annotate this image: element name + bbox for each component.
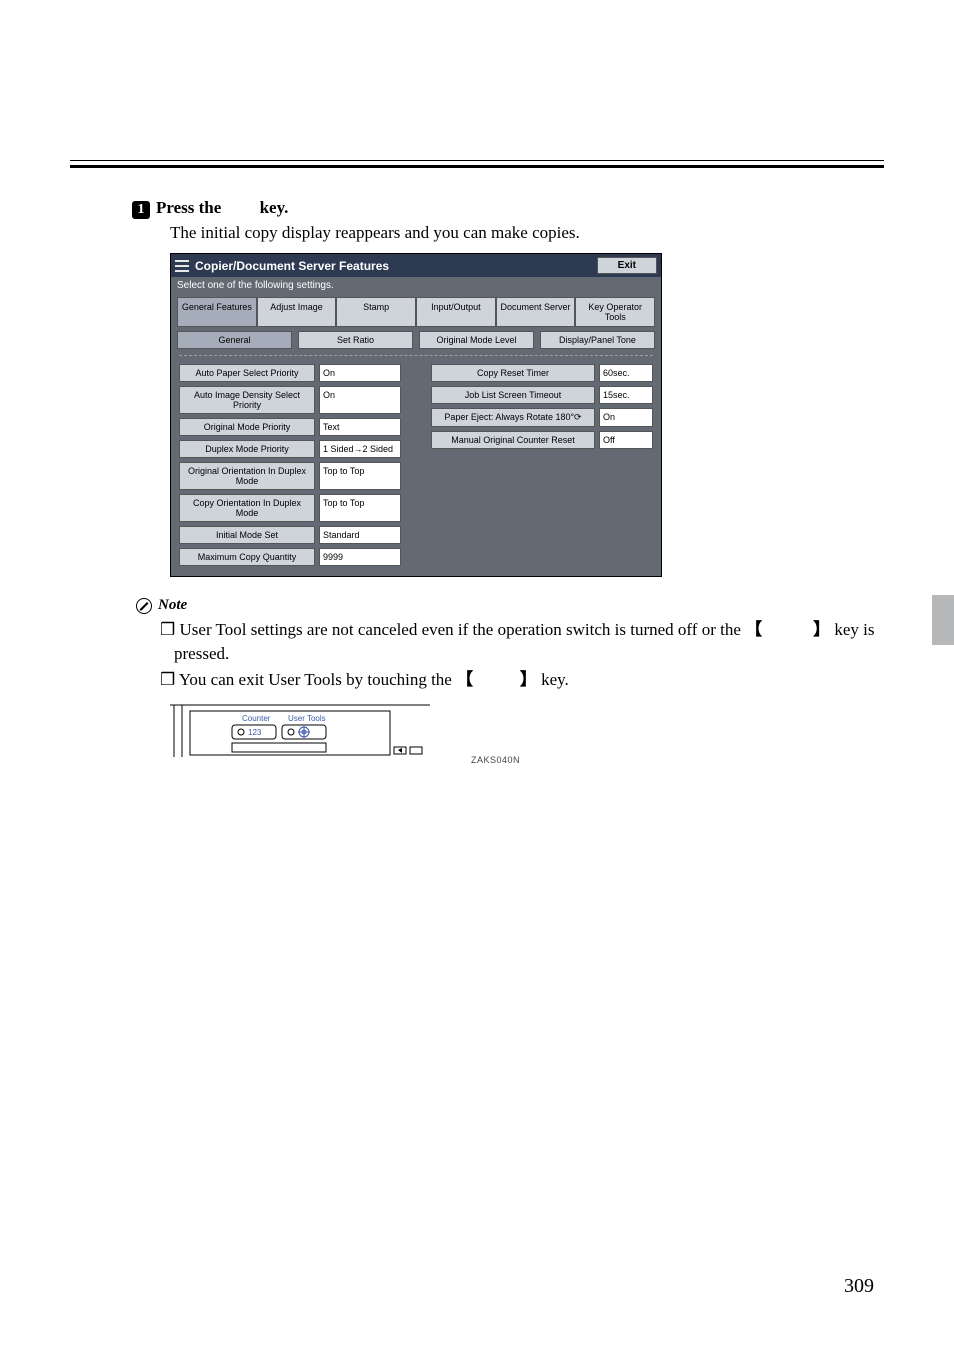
bracket-close: 】 [520,670,537,689]
features-screenshot: Copier/Document Server Features Exit Sel… [170,253,662,577]
subtab-set-ratio[interactable]: Set Ratio [298,331,413,349]
setting-value: Off [599,431,653,449]
setting-label[interactable]: Auto Image Density Select Priority [179,386,315,414]
setting-value: 1 Sided→2 Sided [319,440,401,458]
setting-row: Maximum Copy Quantity 9999 [179,548,401,566]
setting-label[interactable]: Maximum Copy Quantity [179,548,315,566]
setting-label[interactable]: Original Orientation In Duplex Mode [179,462,315,490]
setting-label[interactable]: Original Mode Priority [179,418,315,436]
note-heading: Note [136,597,884,614]
bracket-close: 】 [813,620,830,639]
subtab-display-panel-tone[interactable]: Display/Panel Tone [540,331,655,349]
setting-value: Top to Top [319,462,401,490]
exit-button[interactable]: Exit [597,257,657,274]
subtab-original-mode-level[interactable]: Original Mode Level [419,331,534,349]
screenshot-title: Copier/Document Server Features [195,259,389,273]
setting-label[interactable]: Paper Eject: Always Rotate 180°⟳ [431,408,595,427]
settings-right-column: Copy Reset Timer 60sec. Job List Screen … [431,360,653,566]
setting-row: Initial Mode Set Standard [179,526,401,544]
step-text: Press the key. [156,198,288,218]
setting-label[interactable]: Initial Mode Set [179,526,315,544]
note-item-1: ❒ User Tool settings are not canceled ev… [160,618,884,666]
setting-value: On [319,386,401,414]
setting-row: Job List Screen Timeout 15sec. [431,386,653,404]
body-line: The initial copy display reappears and y… [170,223,884,243]
setting-row: Manual Original Counter Reset Off [431,431,653,449]
counter-label: Counter [242,714,271,723]
page-number: 309 [844,1275,874,1298]
setting-row: Original Mode Priority Text [179,418,401,436]
setting-row: Auto Image Density Select Priority On [179,386,401,414]
note-item-2b: key. [537,670,569,689]
svg-text:123: 123 [248,728,262,737]
note-item-2a: You can exit User Tools by touching the [179,670,456,689]
note-item-1a: User Tool settings are not canceled even… [180,620,746,639]
tab-key-operator-tools[interactable]: Key Operator Tools [575,297,655,327]
setting-value: On [599,408,653,427]
screenshot-titlebar: Copier/Document Server Features Exit [171,254,661,277]
setting-row: Copy Orientation In Duplex Mode Top to T… [179,494,401,522]
tab-adjust-image[interactable]: Adjust Image [257,297,337,327]
subtab-general[interactable]: General [177,331,292,349]
screenshot-instruction: Select one of the following settings. [171,277,661,297]
tab-document-server[interactable]: Document Server [496,297,576,327]
figure-code: ZAKS040N [471,755,520,765]
tab-input-output[interactable]: Input/Output [416,297,496,327]
setting-value: Standard [319,526,401,544]
setting-label[interactable]: Copy Reset Timer [431,364,595,382]
note-item-2: ❒ You can exit User Tools by touching th… [160,668,884,692]
usertools-label: User Tools [288,714,326,723]
bracket-open: 【 [456,670,473,689]
tab-stamp[interactable]: Stamp [336,297,416,327]
side-tab [932,595,954,645]
note-list: ❒ User Tool settings are not canceled ev… [160,618,884,691]
setting-label[interactable]: Auto Paper Select Priority [179,364,315,382]
screenshot-subtabs: General Set Ratio Original Mode Level Di… [171,327,661,349]
setting-value: 60sec. [599,364,653,382]
dashed-divider [179,355,653,356]
bracket-open: 【 [745,620,762,639]
setting-value: 15sec. [599,386,653,404]
step-text-prefix: Press the [156,198,226,217]
settings-left-column: Auto Paper Select Priority On Auto Image… [179,360,401,566]
setting-value: 9999 [319,548,401,566]
menu-icon [175,260,189,272]
setting-row: Auto Paper Select Priority On [179,364,401,382]
note-block: Note ❒ User Tool settings are not cancel… [160,597,884,691]
setting-value: On [319,364,401,382]
setting-row: Duplex Mode Priority 1 Sided→2 Sided [179,440,401,458]
rule-thin [70,160,884,161]
setting-value: Text [319,418,401,436]
setting-row: Original Orientation In Duplex Mode Top … [179,462,401,490]
control-panel-svg: Counter User Tools 123 [170,701,430,761]
setting-value: Top to Top [319,494,401,522]
step-text-suffix: key. [260,198,289,217]
setting-label[interactable]: Job List Screen Timeout [431,386,595,404]
setting-row: Copy Reset Timer 60sec. [431,364,653,382]
step-text-gap [226,198,256,217]
rule-thick [70,165,884,168]
setting-label[interactable]: Manual Original Counter Reset [431,431,595,449]
screenshot-tabs: General Features Adjust Image Stamp Inpu… [171,297,661,327]
step-1: 1 Press the key. [132,198,884,219]
step-badge: 1 [132,201,150,219]
note-heading-text: Note [158,597,187,614]
pencil-icon [136,598,152,614]
control-panel-figure: Counter User Tools 123 ZAKS040N [170,701,460,761]
tab-general-features[interactable]: General Features [177,297,257,327]
setting-row: Paper Eject: Always Rotate 180°⟳ On [431,408,653,427]
setting-label[interactable]: Copy Orientation In Duplex Mode [179,494,315,522]
setting-label[interactable]: Duplex Mode Priority [179,440,315,458]
